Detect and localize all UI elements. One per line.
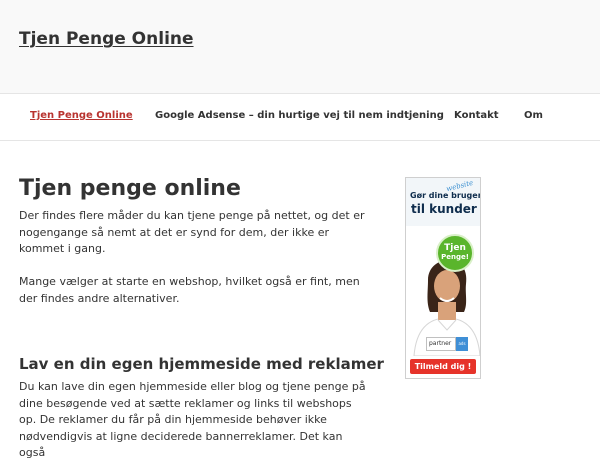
intro-paragraph: Der findes flere måder du kan tjene peng… [19,209,365,255]
tjen-penge-badge: Tjen Penge! [436,234,474,272]
nav-item-tjen-penge-online[interactable]: Tjen Penge Online [30,110,133,121]
main-navigation: Tjen Penge Online Google Adsense – din h… [0,94,600,141]
site-header: Tjen Penge Online [0,0,600,94]
partner-ads-logo-box: ads [456,337,468,351]
nav-item-kontakt[interactable]: Kontakt [454,110,499,121]
partner-ads-logo: partner [426,337,456,351]
page-title: Tjen penge online [19,176,241,201]
section-heading: Lav en din egen hjemmeside med reklamer [19,355,384,373]
nav-item-google-adsense[interactable]: Google Adsense – din hurtige vej til nem… [155,110,444,121]
tilmeld-button[interactable]: Tilmeld dig ! [410,359,476,374]
alternatives-paragraph: Mange vælger at starte en webshop, hvilk… [19,275,360,305]
ad-headline-1: Gør dine brugere [410,191,481,200]
ad-headline-2: til kunder [411,202,477,216]
partner-ads-banner[interactable]: website Gør dine brugere til kunder Tjen… [405,177,481,379]
main-content: Tjen penge online Der findes flere måder… [0,141,600,459]
nav-item-om[interactable]: Om [524,110,543,121]
section-paragraph: Du kan lave din egen hjemmeside eller bl… [19,380,366,459]
ad-header: website Gør dine brugere til kunder [406,178,480,226]
site-title-link[interactable]: Tjen Penge Online [19,29,194,49]
